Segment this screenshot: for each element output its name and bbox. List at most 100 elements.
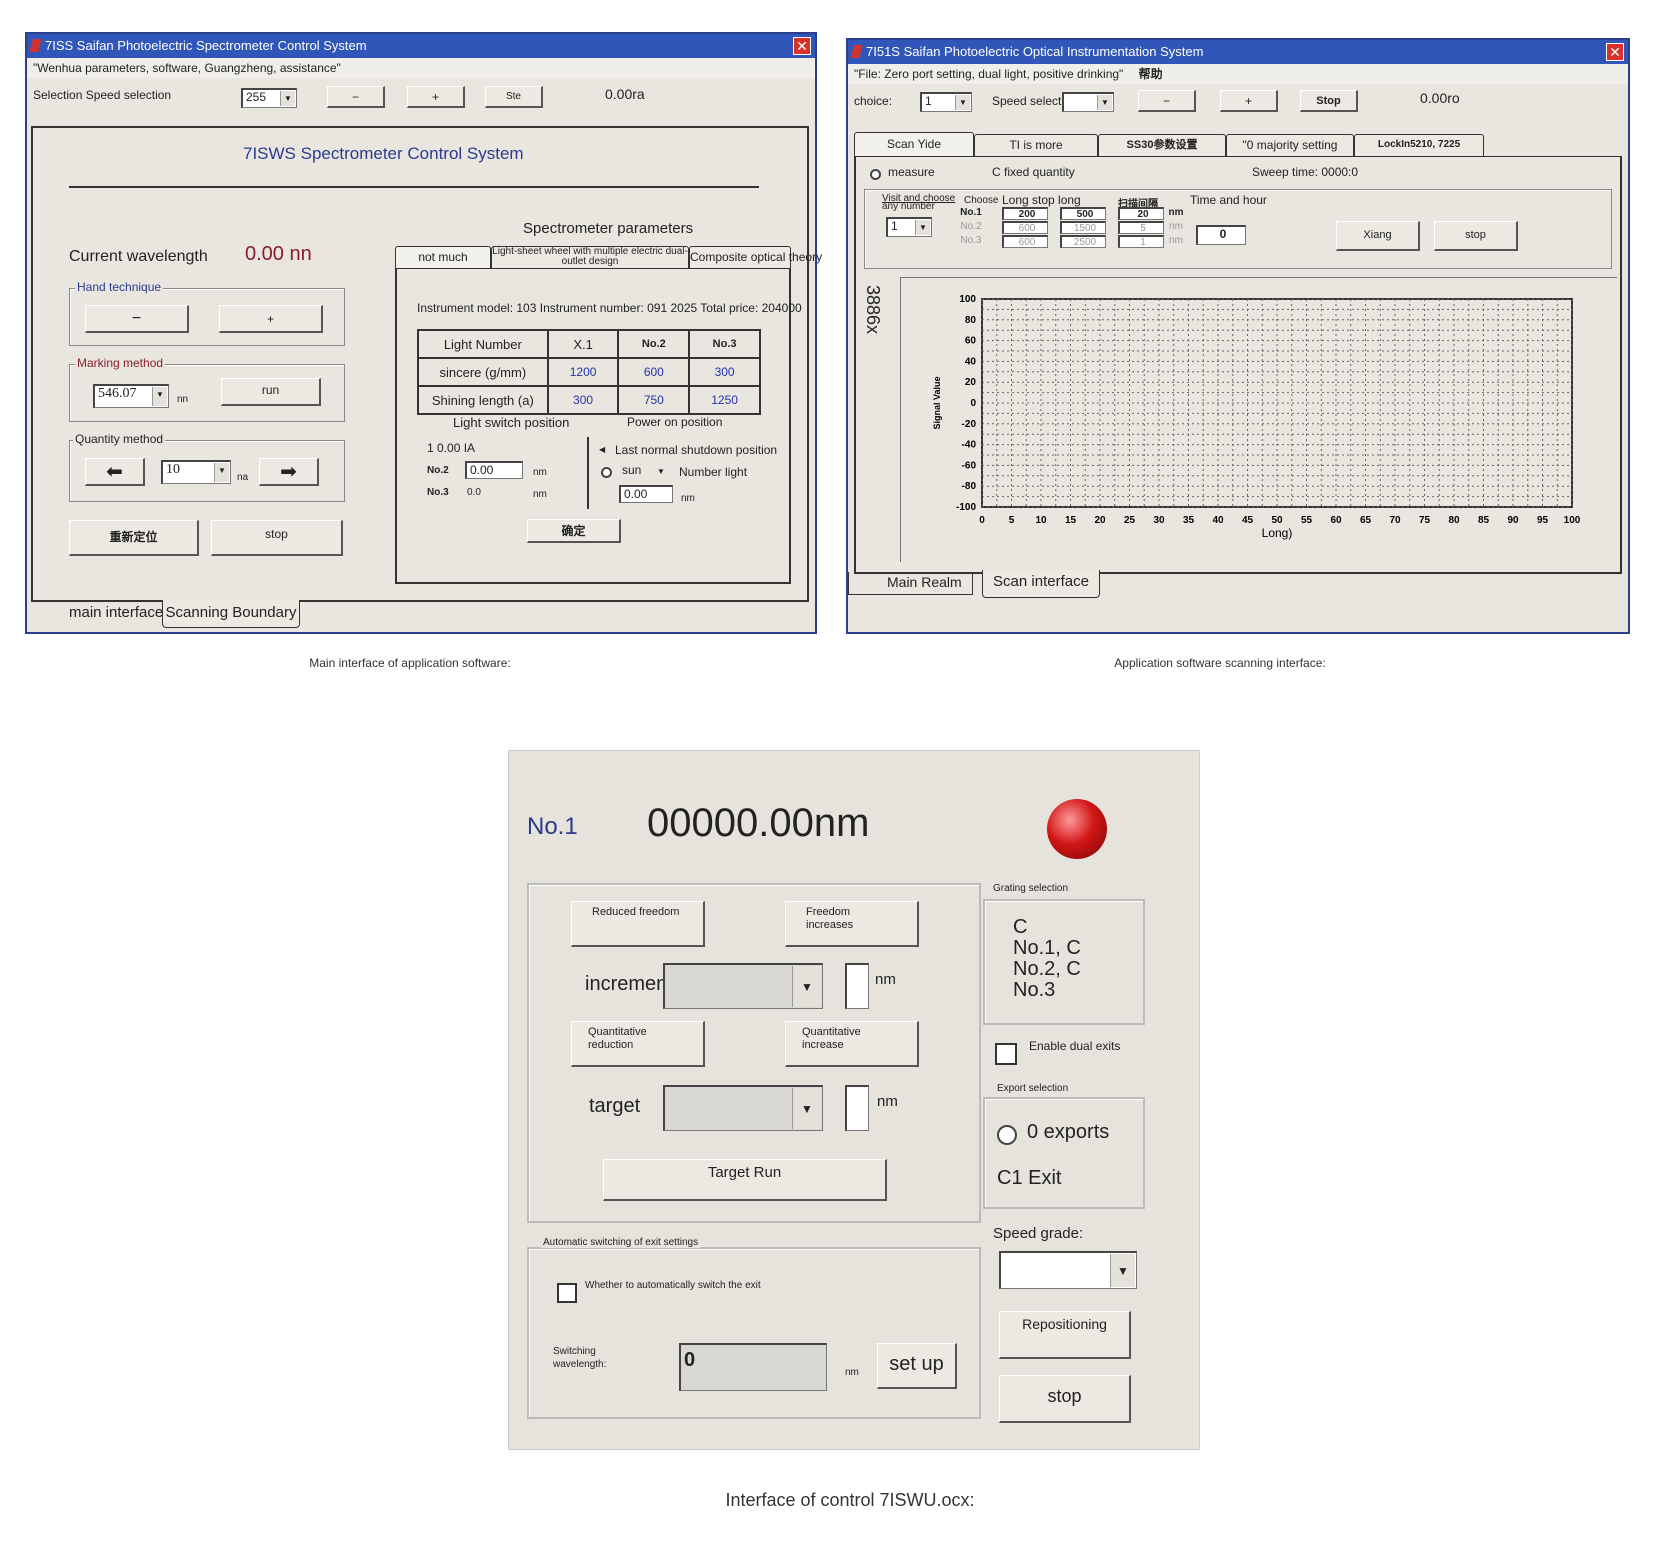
tab-composite[interactable]: Composite optical theory: [689, 246, 822, 268]
marking-select[interactable]: 546.07 ▼: [93, 384, 169, 408]
speed-grade-select[interactable]: ▼: [999, 1251, 1137, 1289]
close-icon[interactable]: ✕: [793, 37, 811, 55]
chevron-down-icon[interactable]: ▼: [152, 387, 167, 406]
power-on-title: Power on position: [627, 415, 723, 429]
current-wavelength-label: Current wavelength: [69, 248, 208, 265]
run-button[interactable]: run: [221, 378, 321, 406]
reset-button[interactable]: 重新定位: [69, 520, 199, 556]
quantitative-reduction-button[interactable]: Quantitative reduction: [571, 1021, 705, 1067]
target-field[interactable]: [845, 1085, 869, 1131]
chevron-down-icon[interactable]: ▼: [214, 463, 229, 482]
table-cell[interactable]: 300: [546, 385, 620, 415]
grating-option[interactable]: C: [1013, 917, 1081, 938]
repositioning-button[interactable]: Repositioning: [999, 1311, 1131, 1359]
scan-stop-field[interactable]: 1500: [1060, 221, 1106, 234]
scan-stop-button[interactable]: stop: [1434, 221, 1518, 251]
set-up-button[interactable]: set up: [877, 1343, 957, 1389]
switch-wavelength-field[interactable]: 0: [679, 1343, 827, 1391]
scan-plus-button[interactable]: +: [1220, 90, 1278, 112]
grating-option[interactable]: No.2, C: [1013, 959, 1081, 980]
increment-field[interactable]: [845, 963, 869, 1009]
measure-radio[interactable]: [870, 169, 881, 180]
quantitative-increase-button[interactable]: Quantitative increase: [785, 1021, 919, 1067]
toolbar-minus-button[interactable]: −: [327, 86, 385, 108]
close-icon[interactable]: ✕: [1606, 43, 1624, 61]
quantity-right-button[interactable]: ➡: [259, 458, 319, 486]
params-tab-panel: Instrument model: 103 Instrument number:…: [395, 268, 802, 584]
chevron-down-icon[interactable]: ▼: [915, 220, 930, 235]
target-run-button[interactable]: Target Run: [603, 1159, 887, 1201]
target-select[interactable]: ▼: [663, 1085, 823, 1131]
tab-scanning-boundary[interactable]: Scanning Boundary: [162, 600, 300, 628]
grating-option[interactable]: No.1, C: [1013, 938, 1081, 959]
scan-minus-button[interactable]: −: [1138, 90, 1196, 112]
exports-radio[interactable]: [997, 1125, 1017, 1145]
tab-not-much[interactable]: not much: [395, 246, 491, 268]
auto-switch-checkbox[interactable]: [557, 1283, 577, 1303]
tab-scan-interface[interactable]: Scan interface: [982, 570, 1100, 598]
chevron-down-icon[interactable]: ▼: [654, 464, 668, 478]
scan-stop-field[interactable]: 2500: [1060, 235, 1106, 248]
tab-majority[interactable]: "0 majority setting: [1226, 134, 1354, 156]
table-cell[interactable]: 750: [617, 385, 691, 415]
main-menu-bar[interactable]: "Wenhua parameters, software, Guangzheng…: [27, 58, 815, 78]
scan-step-field[interactable]: 20: [1118, 207, 1164, 220]
enable-dual-checkbox[interactable]: [995, 1043, 1017, 1065]
speed-select[interactable]: 255 ▼: [241, 88, 297, 108]
hand-minus-button[interactable]: −: [85, 305, 189, 333]
scan-start-field[interactable]: 200: [1002, 207, 1048, 220]
scan-stop-field[interactable]: 500: [1060, 207, 1106, 220]
scan-speed-select[interactable]: ▼: [1062, 92, 1114, 112]
tab-main-realm[interactable]: Main Realm: [848, 572, 973, 595]
scan-stop-toolbar-button[interactable]: Stop: [1300, 90, 1358, 112]
chevron-down-icon[interactable]: ▼: [280, 91, 295, 106]
ls-no3-label: No.3: [427, 487, 449, 498]
ls-no3-value[interactable]: 0.0: [467, 487, 481, 498]
chevron-down-icon[interactable]: ▼: [955, 95, 970, 110]
scan-start-field[interactable]: 600: [1002, 221, 1048, 234]
tab-ss30[interactable]: SS30参数设置: [1098, 134, 1226, 156]
quantity-select[interactable]: 10 ▼: [161, 460, 231, 484]
sun-radio[interactable]: [601, 467, 612, 478]
tab-main-interface[interactable]: main interface: [69, 604, 163, 621]
xiang-button[interactable]: Xiang: [1336, 221, 1420, 251]
table-cell[interactable]: 1250: [688, 385, 761, 415]
chevron-down-icon[interactable]: ▼: [792, 1088, 821, 1129]
chevron-down-icon[interactable]: ▼: [792, 966, 821, 1007]
scan-step-field[interactable]: 5: [1118, 221, 1164, 234]
toolbar-plus-button[interactable]: +: [407, 86, 465, 108]
reduced-freedom-button[interactable]: Reduced freedom: [571, 901, 705, 947]
tab-lockin[interactable]: LockIn5210, 7225: [1354, 134, 1484, 156]
tab-light-sheet[interactable]: Light-sheet wheel with multiple electric…: [491, 246, 689, 268]
ocx-stop-button[interactable]: stop: [999, 1375, 1131, 1423]
confirm-button[interactable]: 确定: [527, 519, 621, 543]
sun-select[interactable]: sun ▼: [619, 463, 669, 479]
chevron-down-icon[interactable]: ▼: [1110, 1254, 1135, 1287]
po-field[interactable]: 0.00: [619, 485, 673, 503]
quantity-left-button[interactable]: ⬅: [85, 458, 145, 486]
fixed-quantity-label[interactable]: C fixed quantity: [992, 165, 1075, 179]
freedom-increases-button[interactable]: Freedom increases: [785, 901, 919, 947]
tab-ti-more[interactable]: TI is more: [974, 134, 1098, 156]
exit1-label[interactable]: C1 Exit: [997, 1167, 1061, 1190]
scan-step-field[interactable]: 1: [1118, 235, 1164, 248]
choice-select[interactable]: 1 ▼: [920, 92, 972, 112]
grating-choose-select[interactable]: 1 ▼: [886, 217, 932, 237]
table-cell[interactable]: 1200: [546, 357, 620, 387]
increment-select[interactable]: ▼: [663, 963, 823, 1009]
time-field[interactable]: 0: [1196, 225, 1246, 245]
table-cell[interactable]: 300: [688, 357, 761, 387]
toolbar-stop-button[interactable]: Ste: [485, 86, 543, 108]
grating-option[interactable]: No.3: [1013, 980, 1081, 1001]
table-cell[interactable]: 600: [617, 357, 691, 387]
scan-menu-bar[interactable]: "File: Zero port setting, dual light, po…: [848, 64, 1628, 84]
hand-plus-button[interactable]: +: [219, 305, 323, 333]
ls-no2-field[interactable]: 0.00: [465, 461, 523, 479]
main-stop-button[interactable]: stop: [211, 520, 343, 556]
tab-scan-yide[interactable]: Scan Yide: [854, 132, 974, 156]
chevron-down-icon[interactable]: ▼: [1097, 95, 1112, 110]
scan-start-field[interactable]: 600: [1002, 235, 1048, 248]
last-shutdown-label: Last normal shutdown position: [615, 443, 778, 457]
y-tick-label: -20: [962, 419, 977, 430]
scan-menu-help[interactable]: 帮助: [1139, 67, 1163, 81]
